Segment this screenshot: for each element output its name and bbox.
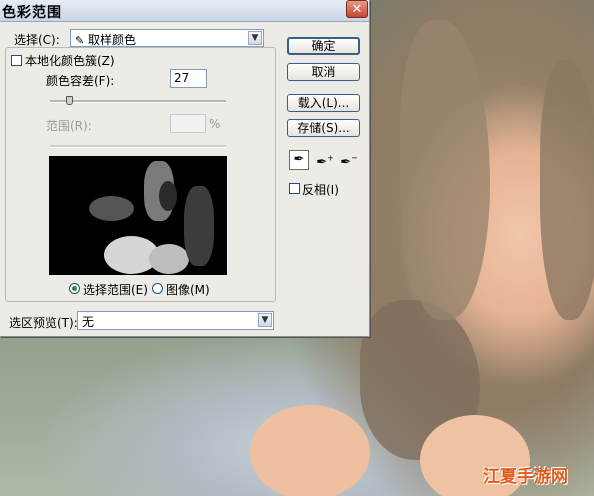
range-slider-track [50,145,226,148]
range-unit: % [209,117,221,131]
select-dropdown[interactable]: ✎ 取样颜色 ▼ [70,29,264,47]
radio-selection-label: 选择范围(E) [83,283,148,297]
scarf-left-side [400,20,490,320]
add-to-sample-tool[interactable]: ✒+ [315,150,335,170]
eyedropper-minus-icon: ✒− [340,154,358,171]
select-value: ✎ 取样颜色 [75,33,137,47]
preview-scarf [184,186,214,266]
fuzziness-input[interactable]: 27 [170,69,207,88]
radio-image[interactable] [152,283,163,294]
selection-preview-value: 无 [82,315,95,329]
cancel-button[interactable]: 取消 [287,63,360,81]
close-icon: ✕ [351,2,363,17]
chevron-down-icon[interactable]: ▼ [248,31,262,45]
selection-preview [49,156,227,275]
eyedropper-icon: ✎ [75,34,85,47]
range-input [170,114,206,133]
fuzziness-slider-track[interactable] [50,100,226,103]
save-button[interactable]: 存储(S)... [287,119,360,137]
close-button[interactable]: ✕ [346,0,368,18]
preview-hands-right [149,244,189,274]
dialog-titlebar[interactable]: 色彩范围 ✕ [0,0,369,22]
fuzziness-label: 颜色容差(F): [46,74,115,88]
range-label: 范围(R): [46,119,92,133]
preview-shoulder [89,196,134,221]
eyedropper-icon: ✒ [293,152,305,167]
select-label: 选择(C): [14,33,60,47]
load-button[interactable]: 载入(L)... [287,94,360,112]
dialog-title: 色彩范围 [2,5,62,21]
eyedropper-tool[interactable]: ✒ [289,150,309,170]
color-range-dialog: 色彩范围 ✕ 选择(C): ✎ 取样颜色 ▼ 本地化颜色簇(Z) 颜色容差(F)… [0,0,370,337]
invert-checkbox[interactable] [289,183,300,194]
localized-color-clusters-checkbox[interactable] [11,55,22,66]
scarf-right-side [540,60,594,320]
fuzziness-slider-thumb[interactable] [66,96,74,105]
ok-button[interactable]: 确定 [287,37,360,55]
invert-label: 反相(I) [302,183,339,197]
selection-preview-label: 选区预览(T): [9,316,78,330]
localized-color-clusters-label: 本地化颜色簇(Z) [25,54,115,68]
eyedropper-plus-icon: ✒+ [316,154,334,171]
site-watermark: 江夏手游网 [483,467,568,487]
preview-face [159,181,177,211]
chevron-down-icon[interactable]: ▼ [258,313,272,327]
selection-preview-dropdown[interactable]: 无 ▼ [77,311,274,330]
radio-selection[interactable] [69,283,80,294]
hand-right [250,405,370,496]
radio-image-label: 图像(M) [166,283,210,297]
subtract-from-sample-tool[interactable]: ✒− [339,150,359,170]
